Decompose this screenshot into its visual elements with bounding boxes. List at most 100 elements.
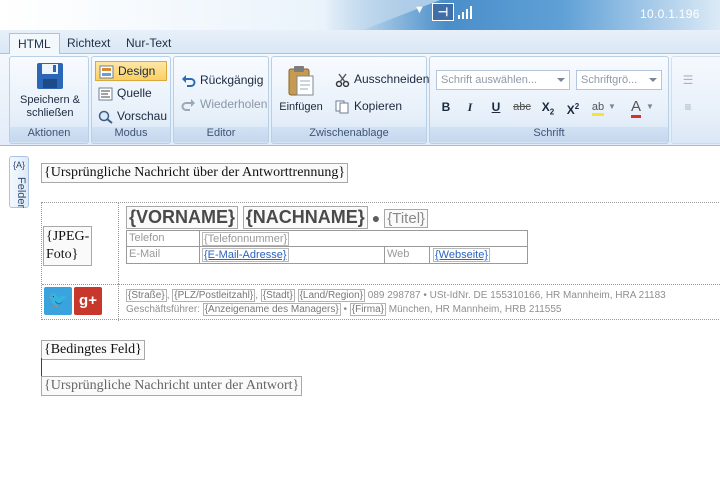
design-icon	[99, 65, 114, 79]
felder-side-tab[interactable]: {A} Felder	[9, 156, 29, 208]
editor-area[interactable]: {Ursprüngliche Nachricht über der Antwor…	[34, 148, 720, 497]
underline-icon[interactable]: U	[486, 97, 506, 117]
chevron-down-icon[interactable]: ▼	[644, 97, 656, 117]
manager-field[interactable]: {Anzeigename des Managers}	[202, 303, 341, 316]
quelle-label: Quelle	[117, 86, 152, 100]
redo-icon	[181, 99, 195, 111]
chevron-down-icon	[557, 78, 565, 82]
design-button[interactable]: Design	[95, 61, 167, 81]
tab-nur-text[interactable]: Nur-Text	[118, 33, 179, 54]
vorschau-label: Vorschau	[117, 109, 168, 123]
nachname-field[interactable]: {NACHNAME}	[242, 206, 368, 229]
conditional-field[interactable]: {Bedingtes Feld}	[41, 340, 145, 360]
felder-label: Felder	[15, 177, 27, 209]
strikethrough-icon[interactable]: abc	[512, 97, 532, 117]
redo-button[interactable]: Wiederholen	[178, 95, 268, 115]
cell-divider	[429, 247, 430, 263]
group-label-editor: Editor	[174, 127, 268, 142]
text-cursor	[41, 358, 42, 376]
undo-icon	[182, 75, 196, 87]
signature-table: {JPEG- Foto} {VORNAME} {NACHNAME} ● {Titel…	[41, 202, 720, 321]
email-label: E-Mail	[129, 248, 161, 260]
redo-label: Wiederholen	[200, 97, 268, 111]
vorschau-button[interactable]: Vorschau	[95, 107, 167, 127]
copy-label: Kopieren	[354, 99, 403, 113]
fields-icon: {A}	[12, 160, 25, 170]
font-family-placeholder: Schrift auswählen...	[441, 74, 537, 86]
address-line-1: {Straße}, {PLZ/Postleitzahl}, {Stadt} {L…	[126, 289, 666, 302]
ribbon-tab-bar: HTML Richtext Nur-Text	[0, 30, 720, 54]
original-message-bottom-field[interactable]: {Ursprüngliche Nachricht unter der Antwo…	[41, 376, 303, 396]
land-field[interactable]: {Land/Region}	[297, 289, 365, 302]
paste-icon	[288, 66, 314, 96]
font-size-select[interactable]: Schriftgrö...	[576, 70, 662, 90]
group-editor: Rückgängig Wiederholen Editor	[173, 56, 269, 144]
copy-icon	[335, 100, 349, 114]
original-message-top-field[interactable]: {Ursprüngliche Nachricht über der Antwor…	[41, 163, 349, 183]
subscript-icon[interactable]: X2	[538, 97, 558, 117]
contact-row-telefon: Telefon {Telefonnummer}	[127, 231, 527, 247]
align-icon[interactable]: ≡	[678, 97, 698, 117]
vorname-field[interactable]: {VORNAME}	[126, 206, 239, 229]
google-plus-icon[interactable]: g+	[74, 287, 102, 315]
group-label-aktionen: Aktionen	[10, 127, 88, 142]
strasse-field[interactable]: {Straße}	[126, 289, 167, 302]
italic-icon[interactable]: I	[460, 97, 480, 117]
firma-field[interactable]: {Firma}	[349, 303, 386, 316]
signature-divider	[42, 284, 720, 285]
web-field[interactable]: {Webseite}	[433, 248, 491, 262]
font-color-icon[interactable]: A	[626, 97, 646, 118]
scissors-icon	[335, 73, 350, 87]
group-label-zwischenablage: Zwischenablage	[272, 127, 426, 142]
highlight-color-icon[interactable]: ab	[588, 97, 608, 117]
tab-richtext[interactable]: Richtext	[59, 33, 118, 54]
photo-cell: {JPEG- Foto}	[42, 203, 119, 284]
group-paragraph-partial: ☰ ≡	[671, 56, 720, 144]
stadt-field[interactable]: {Stadt}	[260, 289, 295, 302]
group-label-schrift: Schrift	[430, 127, 668, 142]
magnifier-icon	[98, 110, 113, 124]
address-rest: 089 298787 • USt-IdNr. DE 155310166, HR …	[367, 290, 666, 301]
jpeg-line-2: Foto}	[46, 247, 79, 262]
font-size-placeholder: Schriftgrö...	[581, 74, 638, 86]
superscript-icon[interactable]: X2	[563, 97, 583, 117]
group-aktionen: Speichern & schließen Aktionen	[9, 56, 89, 144]
ip-address: 10.0.1.196	[640, 7, 700, 21]
jpeg-line-1: {JPEG-	[46, 229, 90, 244]
group-zwischenablage: Einfügen Ausschneiden Kopieren Zwischena…	[271, 56, 430, 144]
copy-button[interactable]: Kopieren	[332, 97, 426, 117]
telefon-field[interactable]: {Telefonnummer}	[202, 232, 290, 246]
cell-divider	[199, 231, 200, 247]
quelle-button[interactable]: Quelle	[95, 84, 167, 104]
paste-button[interactable]: Einfügen	[275, 65, 327, 123]
cell-divider	[384, 247, 385, 263]
dropdown-arrow-icon[interactable]: ▼	[414, 4, 425, 16]
undo-button[interactable]: Rückgängig	[178, 71, 266, 91]
bold-icon[interactable]: B	[436, 97, 456, 117]
save-label: Speichern &	[20, 94, 80, 106]
address-block: {Straße}, {PLZ/Postleitzahl}, {Stadt} {L…	[126, 289, 666, 317]
list-icon[interactable]: ☰	[678, 70, 698, 90]
tab-html[interactable]: HTML	[9, 33, 60, 54]
pin-icon[interactable]: ⊣	[432, 3, 454, 21]
signal-icon	[458, 5, 472, 19]
cut-label: Ausschneiden	[354, 72, 430, 86]
group-label-modus: Modus	[92, 127, 170, 142]
font-family-select[interactable]: Schrift auswählen...	[436, 70, 570, 90]
jpeg-photo-field[interactable]: {JPEG- Foto}	[43, 226, 93, 266]
email-field[interactable]: {E-Mail-Adresse}	[202, 248, 289, 262]
save-close-button[interactable]: Speichern & schließen	[12, 59, 88, 125]
web-label: Web	[387, 248, 410, 260]
chevron-down-icon[interactable]: ▼	[606, 97, 618, 117]
plz-field[interactable]: {PLZ/Postleitzahl}	[172, 289, 256, 302]
chevron-down-icon	[649, 78, 657, 82]
source-icon	[98, 87, 113, 101]
twitter-icon[interactable]: 🐦	[44, 287, 72, 315]
save-label-2: schließen	[26, 107, 74, 119]
undo-label: Rückgängig	[200, 73, 264, 87]
cut-button[interactable]: Ausschneiden	[332, 70, 430, 90]
titel-field[interactable]: {Titel}	[384, 209, 429, 228]
contact-row-email: E-Mail {E-Mail-Adresse} Web {Webseite}	[127, 247, 527, 263]
group-modus: Design Quelle Vorschau Modus	[91, 56, 171, 144]
save-icon	[37, 63, 63, 89]
